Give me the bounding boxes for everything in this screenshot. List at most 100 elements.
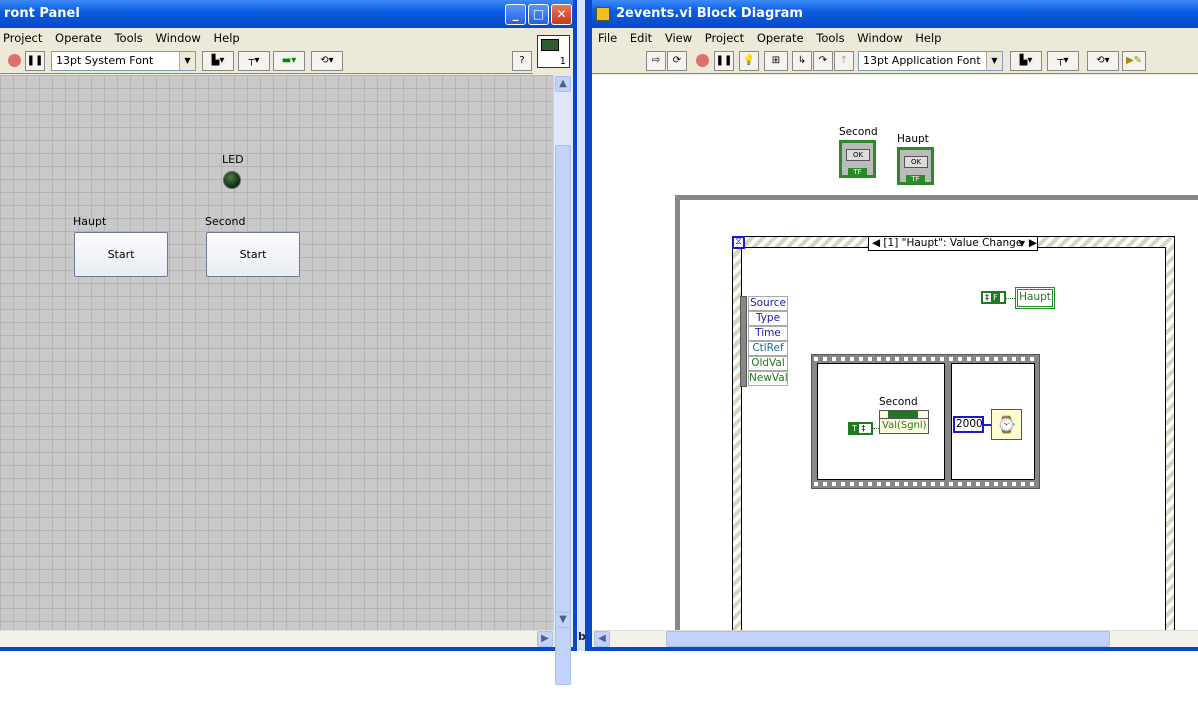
menu-operate[interactable]: Operate — [757, 31, 804, 45]
property-node[interactable]: Val(Sgnl) — [879, 410, 929, 434]
true-constant-value: T — [850, 424, 859, 433]
background-window-strip: b — [577, 0, 588, 651]
scroll-down-button[interactable]: ▼ — [555, 612, 571, 628]
second-terminal-label: Second — [839, 126, 878, 138]
scroll-thumb[interactable] — [555, 145, 571, 685]
resize-objects-button[interactable]: ▬▾ — [273, 51, 305, 71]
vertical-scrollbar[interactable]: ▲ ▼ — [553, 75, 573, 685]
menu-file[interactable]: File — [598, 31, 617, 45]
film-holes-bottom — [814, 482, 1037, 486]
scroll-right-button[interactable]: ▶ — [537, 631, 553, 647]
chevron-down-icon[interactable]: ▼ — [1019, 237, 1025, 250]
film-holes-top — [814, 357, 1037, 361]
tf-type-label: TF — [906, 175, 925, 184]
menu-help[interactable]: Help — [915, 31, 941, 45]
highlight-execution-icon[interactable]: 💡 — [739, 51, 759, 71]
true-constant[interactable]: T ‡ — [848, 422, 873, 435]
step-over-icon[interactable]: ↷ — [813, 51, 833, 71]
tf-type-label: TF — [848, 168, 867, 177]
step-out-icon[interactable]: ↑ — [834, 51, 854, 71]
scroll-up-button[interactable]: ▲ — [555, 76, 571, 92]
pause-button[interactable]: ❚❚ — [25, 51, 45, 71]
property-node-label: Second — [879, 396, 918, 408]
scroll-left-button[interactable]: ◀ — [594, 631, 610, 647]
labview-icon — [596, 7, 610, 21]
menu-operate[interactable]: Operate — [55, 31, 102, 45]
watch-icon: ⌚ — [996, 415, 1017, 434]
maximize-button[interactable]: □ — [528, 4, 549, 25]
reorder-button[interactable]: ⟲▾ — [1087, 51, 1119, 71]
menu-window[interactable]: Window — [857, 31, 902, 45]
abort-button[interactable] — [692, 51, 712, 71]
property-node-item: Val(Sgnl) — [882, 420, 927, 431]
help-button[interactable]: ? — [512, 51, 532, 71]
horizontal-scrollbar[interactable]: ◀ — [592, 630, 1198, 647]
wait-ms-function[interactable]: ⌚ — [991, 409, 1022, 440]
step-into-icon[interactable]: ↳ — [792, 51, 812, 71]
font-value: 13pt Application Font — [863, 54, 981, 67]
haupt-terminal[interactable]: OK TF — [897, 147, 934, 185]
font-selector[interactable]: 13pt System Font ▼ — [51, 51, 196, 71]
menu-tools[interactable]: Tools — [114, 31, 142, 45]
scroll-thumb[interactable] — [666, 631, 1110, 647]
taskbar-fragment: b — [578, 630, 586, 643]
menu-project[interactable]: Project — [3, 31, 42, 45]
menu-edit[interactable]: Edit — [630, 31, 652, 45]
boolean-wire — [873, 428, 879, 429]
event-data-source: Source — [748, 296, 788, 311]
second-terminal[interactable]: OK TF — [839, 140, 876, 178]
font-selector[interactable]: 13pt Application Font ▼ — [858, 51, 1003, 71]
event-data-node[interactable]: Source Type Time CtlRef OldVal NewVal — [740, 296, 789, 387]
boolean-wire — [1006, 298, 1015, 299]
timeout-terminal-icon[interactable]: ⧖ — [732, 236, 745, 249]
block-diagram-titlebar[interactable]: 2events.vi Block Diagram — [592, 0, 1198, 28]
distribute-objects-button[interactable]: ┬▾ — [238, 51, 270, 71]
menu-tools[interactable]: Tools — [816, 31, 844, 45]
led-label: LED — [222, 153, 244, 166]
prev-case-icon[interactable]: ◀ — [872, 237, 880, 249]
align-objects-button[interactable]: ▙▾ — [1010, 51, 1042, 71]
vi-icon[interactable]: 1 — [537, 35, 570, 68]
block-diagram-canvas[interactable]: Second OK TF Haupt OK TF ⧖ ◀ [1] "Haupt"… — [592, 75, 1198, 630]
menu-window[interactable]: Window — [155, 31, 200, 45]
event-case-selector[interactable]: ◀ [1] "Haupt": Value Change ▼ ▶ — [868, 236, 1038, 251]
property-node-header — [880, 411, 928, 419]
front-panel-window: ront Panel _ □ ✕ Project Operate Tools W… — [0, 0, 577, 685]
close-button[interactable]: ✕ — [551, 4, 572, 25]
clean-up-diagram-icon[interactable]: ▶✎ — [1122, 51, 1146, 71]
retain-wire-values-icon[interactable]: ⊞ — [764, 51, 788, 71]
front-panel-canvas[interactable] — [0, 75, 553, 630]
reorder-button[interactable]: ⟲▾ — [311, 51, 343, 71]
window-title: 2events.vi Block Diagram — [616, 6, 803, 21]
front-panel-titlebar[interactable]: ront Panel _ □ ✕ — [0, 0, 573, 28]
distribute-objects-button[interactable]: ┬▾ — [1047, 51, 1079, 71]
menu-project[interactable]: Project — [705, 31, 744, 45]
minimize-button[interactable]: _ — [505, 4, 526, 25]
menu-view[interactable]: View — [665, 31, 692, 45]
run-continuously-icon[interactable]: ⟳ — [667, 51, 687, 71]
second-start-button[interactable]: Start — [206, 232, 300, 277]
menu-help[interactable]: Help — [213, 31, 239, 45]
stop-icon — [7, 54, 21, 67]
align-objects-button[interactable]: ▙▾ — [202, 51, 234, 71]
led-indicator[interactable] — [223, 171, 241, 189]
event-data-oldval: OldVal — [748, 356, 788, 371]
chevron-down-icon: ▼ — [986, 52, 1002, 70]
next-case-icon[interactable]: ▶ — [1029, 237, 1037, 250]
abort-button[interactable] — [4, 51, 24, 71]
wait-ms-constant[interactable]: 2000 — [953, 416, 984, 433]
event-data-type: Type — [748, 311, 788, 326]
event-data-node-bar — [740, 296, 747, 387]
horizontal-scrollbar[interactable]: ▶ — [0, 630, 553, 647]
false-constant[interactable]: ‡ F — [981, 291, 1006, 304]
font-value: 13pt System Font — [56, 54, 154, 67]
window-title: ront Panel — [4, 6, 80, 21]
event-data-ctlref: CtlRef — [748, 341, 788, 356]
haupt-local-variable[interactable]: Haupt — [1015, 287, 1055, 309]
run-arrow-icon[interactable]: ⇨ — [646, 51, 666, 71]
ok-button-glyph: OK — [846, 149, 870, 161]
graph-icon — [541, 39, 559, 51]
haupt-start-button[interactable]: Start — [74, 232, 168, 277]
menu-bar: Project Operate Tools Window Help — [0, 28, 573, 48]
pause-button[interactable]: ❚❚ — [714, 51, 734, 71]
